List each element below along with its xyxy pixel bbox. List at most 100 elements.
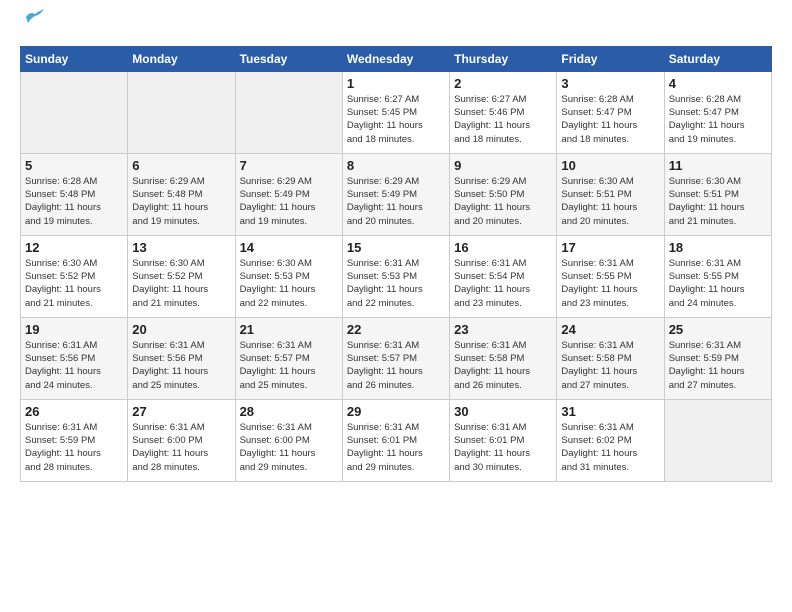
logo-bird-icon (24, 9, 46, 25)
calendar-cell (21, 71, 128, 153)
day-info: Sunrise: 6:27 AMSunset: 5:45 PMDaylight:… (347, 93, 445, 146)
day-number: 7 (240, 158, 338, 173)
calendar-cell: 6 Sunrise: 6:29 AMSunset: 5:48 PMDaylight… (128, 153, 235, 235)
calendar-cell: 24 Sunrise: 6:31 AMSunset: 5:58 PMDayligh… (557, 317, 664, 399)
day-number: 10 (561, 158, 659, 173)
calendar-cell: 12Sunrise: 6:30 AMSunset: 5:52 PMDayligh… (21, 235, 128, 317)
calendar-cell: 5 Sunrise: 6:28 AMSunset: 5:48 PMDaylight… (21, 153, 128, 235)
calendar-cell: 14 Sunrise: 6:30 AMSunset: 5:53 PMDayligh… (235, 235, 342, 317)
calendar-cell: 9Sunrise: 6:29 AMSunset: 5:50 PMDaylight… (450, 153, 557, 235)
day-info: Sunrise: 6:30 AMSunset: 5:52 PMDaylight:… (25, 257, 123, 310)
day-info: Sunrise: 6:31 AMSunset: 5:57 PMDaylight:… (240, 339, 338, 392)
day-info: Sunrise: 6:31 AMSunset: 5:58 PMDaylight:… (561, 339, 659, 392)
day-number: 25 (669, 322, 767, 337)
day-number: 30 (454, 404, 552, 419)
day-info: Sunrise: 6:31 AMSunset: 6:01 PMDaylight:… (347, 421, 445, 474)
weekday-header-thursday: Thursday (450, 46, 557, 71)
weekday-header-tuesday: Tuesday (235, 46, 342, 71)
calendar-cell: 31 Sunrise: 6:31 AMSunset: 6:02 PMDayligh… (557, 399, 664, 481)
calendar-cell: 19 Sunrise: 6:31 AMSunset: 5:56 PMDayligh… (21, 317, 128, 399)
day-number: 1 (347, 76, 445, 91)
day-info: Sunrise: 6:29 AMSunset: 5:49 PMDaylight:… (240, 175, 338, 228)
calendar-cell: 22Sunrise: 6:31 AMSunset: 5:57 PMDayligh… (342, 317, 449, 399)
week-row-5: 26 Sunrise: 6:31 AMSunset: 5:59 PMDayligh… (21, 399, 772, 481)
day-number: 20 (132, 322, 230, 337)
day-info: Sunrise: 6:31 AMSunset: 5:54 PMDaylight:… (454, 257, 552, 310)
day-number: 29 (347, 404, 445, 419)
weekday-header-friday: Friday (557, 46, 664, 71)
day-number: 11 (669, 158, 767, 173)
calendar-cell: 15 Sunrise: 6:31 AMSunset: 5:53 PMDayligh… (342, 235, 449, 317)
calendar-table: SundayMondayTuesdayWednesdayThursdayFrid… (20, 46, 772, 482)
calendar-cell: 27 Sunrise: 6:31 AMSunset: 6:00 PMDayligh… (128, 399, 235, 481)
day-info: Sunrise: 6:28 AMSunset: 5:47 PMDaylight:… (669, 93, 767, 146)
calendar-cell (128, 71, 235, 153)
calendar-cell: 29 Sunrise: 6:31 AMSunset: 6:01 PMDayligh… (342, 399, 449, 481)
day-number: 26 (25, 404, 123, 419)
day-info: Sunrise: 6:31 AMSunset: 5:59 PMDaylight:… (25, 421, 123, 474)
day-number: 2 (454, 76, 552, 91)
calendar-cell: 25 Sunrise: 6:31 AMSunset: 5:59 PMDayligh… (664, 317, 771, 399)
week-row-1: 1 Sunrise: 6:27 AMSunset: 5:45 PMDaylight… (21, 71, 772, 153)
day-info: Sunrise: 6:31 AMSunset: 6:00 PMDaylight:… (132, 421, 230, 474)
day-number: 5 (25, 158, 123, 173)
calendar-cell: 18Sunrise: 6:31 AMSunset: 5:55 PMDayligh… (664, 235, 771, 317)
weekday-header-row: SundayMondayTuesdayWednesdayThursdayFrid… (21, 46, 772, 71)
calendar-cell: 1 Sunrise: 6:27 AMSunset: 5:45 PMDaylight… (342, 71, 449, 153)
day-number: 22 (347, 322, 445, 337)
day-number: 27 (132, 404, 230, 419)
day-number: 14 (240, 240, 338, 255)
calendar-cell: 30 Sunrise: 6:31 AMSunset: 6:01 PMDayligh… (450, 399, 557, 481)
day-info: Sunrise: 6:30 AMSunset: 5:53 PMDaylight:… (240, 257, 338, 310)
week-row-4: 19 Sunrise: 6:31 AMSunset: 5:56 PMDayligh… (21, 317, 772, 399)
calendar-cell: 28 Sunrise: 6:31 AMSunset: 6:00 PMDayligh… (235, 399, 342, 481)
day-number: 15 (347, 240, 445, 255)
day-number: 9 (454, 158, 552, 173)
calendar-cell: 13Sunrise: 6:30 AMSunset: 5:52 PMDayligh… (128, 235, 235, 317)
calendar-cell: 7 Sunrise: 6:29 AMSunset: 5:49 PMDaylight… (235, 153, 342, 235)
day-number: 3 (561, 76, 659, 91)
calendar-cell: 17Sunrise: 6:31 AMSunset: 5:55 PMDayligh… (557, 235, 664, 317)
day-number: 23 (454, 322, 552, 337)
day-info: Sunrise: 6:31 AMSunset: 6:00 PMDaylight:… (240, 421, 338, 474)
day-number: 6 (132, 158, 230, 173)
calendar-cell: 3Sunrise: 6:28 AMSunset: 5:47 PMDaylight… (557, 71, 664, 153)
day-number: 28 (240, 404, 338, 419)
day-info: Sunrise: 6:28 AMSunset: 5:48 PMDaylight:… (25, 175, 123, 228)
day-info: Sunrise: 6:30 AMSunset: 5:51 PMDaylight:… (561, 175, 659, 228)
logo (20, 16, 46, 36)
weekday-header-saturday: Saturday (664, 46, 771, 71)
day-info: Sunrise: 6:31 AMSunset: 5:59 PMDaylight:… (669, 339, 767, 392)
day-info: Sunrise: 6:31 AMSunset: 6:02 PMDaylight:… (561, 421, 659, 474)
day-number: 31 (561, 404, 659, 419)
day-number: 13 (132, 240, 230, 255)
calendar-cell: 23 Sunrise: 6:31 AMSunset: 5:58 PMDayligh… (450, 317, 557, 399)
calendar-cell: 10 Sunrise: 6:30 AMSunset: 5:51 PMDayligh… (557, 153, 664, 235)
day-info: Sunrise: 6:31 AMSunset: 6:01 PMDaylight:… (454, 421, 552, 474)
day-info: Sunrise: 6:31 AMSunset: 5:53 PMDaylight:… (347, 257, 445, 310)
week-row-2: 5 Sunrise: 6:28 AMSunset: 5:48 PMDaylight… (21, 153, 772, 235)
day-number: 8 (347, 158, 445, 173)
day-info: Sunrise: 6:31 AMSunset: 5:58 PMDaylight:… (454, 339, 552, 392)
calendar-cell (664, 399, 771, 481)
week-row-3: 12Sunrise: 6:30 AMSunset: 5:52 PMDayligh… (21, 235, 772, 317)
page: SundayMondayTuesdayWednesdayThursdayFrid… (0, 0, 792, 612)
calendar-cell (235, 71, 342, 153)
weekday-header-monday: Monday (128, 46, 235, 71)
day-number: 24 (561, 322, 659, 337)
calendar-cell: 4 Sunrise: 6:28 AMSunset: 5:47 PMDaylight… (664, 71, 771, 153)
header (20, 16, 772, 36)
calendar-cell: 20 Sunrise: 6:31 AMSunset: 5:56 PMDayligh… (128, 317, 235, 399)
weekday-header-wednesday: Wednesday (342, 46, 449, 71)
day-info: Sunrise: 6:31 AMSunset: 5:56 PMDaylight:… (132, 339, 230, 392)
day-number: 21 (240, 322, 338, 337)
weekday-header-sunday: Sunday (21, 46, 128, 71)
day-number: 18 (669, 240, 767, 255)
day-info: Sunrise: 6:31 AMSunset: 5:55 PMDaylight:… (561, 257, 659, 310)
day-number: 4 (669, 76, 767, 91)
day-info: Sunrise: 6:31 AMSunset: 5:56 PMDaylight:… (25, 339, 123, 392)
day-info: Sunrise: 6:29 AMSunset: 5:48 PMDaylight:… (132, 175, 230, 228)
day-info: Sunrise: 6:27 AMSunset: 5:46 PMDaylight:… (454, 93, 552, 146)
day-number: 19 (25, 322, 123, 337)
calendar-cell: 8Sunrise: 6:29 AMSunset: 5:49 PMDaylight… (342, 153, 449, 235)
